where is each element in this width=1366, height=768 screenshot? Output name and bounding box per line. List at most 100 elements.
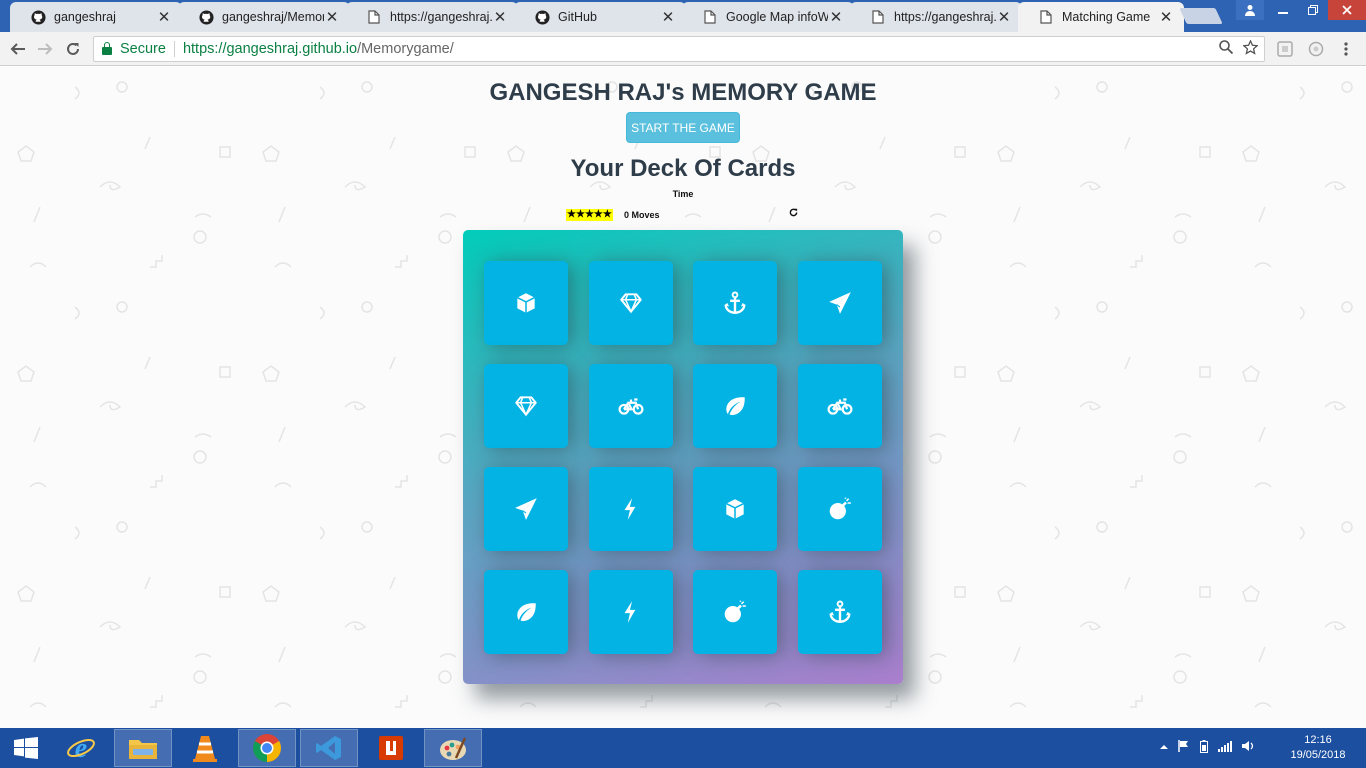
document-icon [366, 9, 382, 25]
star-rating: ★ ★ ★ ★ ★ [566, 209, 613, 221]
tab-github[interactable]: GitHub ✕ [514, 2, 686, 32]
close-tab-icon[interactable]: ✕ [996, 8, 1012, 26]
show-hidden-icons-icon[interactable] [1160, 740, 1168, 756]
document-icon [1038, 9, 1054, 25]
bookmark-star-icon[interactable] [1242, 39, 1259, 59]
star-icon: ★ [593, 209, 603, 220]
github-icon [534, 9, 550, 25]
card[interactable] [693, 364, 778, 448]
card[interactable] [693, 467, 778, 551]
system-clock[interactable]: 12:16 19/05/2018 [1283, 733, 1353, 763]
start-game-button[interactable]: START THE GAME [626, 112, 740, 143]
tab-matching-game[interactable]: Matching Game ✕ [1018, 2, 1184, 32]
card[interactable] [484, 467, 568, 551]
cube-icon [722, 496, 748, 522]
card[interactable] [798, 261, 883, 345]
paper-plane-icon [827, 290, 853, 316]
close-tab-icon[interactable]: ✕ [492, 8, 508, 26]
star-icon: ★ [602, 209, 612, 220]
user-profile-icon[interactable] [1236, 0, 1264, 20]
tab-title: https://gangeshraj.g [390, 10, 492, 24]
bomb-icon [722, 599, 748, 625]
card[interactable] [693, 261, 778, 345]
system-tray [1160, 740, 1256, 756]
new-tab-button[interactable] [1179, 8, 1223, 24]
cube-icon [513, 290, 539, 316]
close-tab-icon[interactable]: ✕ [156, 8, 172, 26]
github-icon [30, 9, 46, 25]
tab-google-map[interactable]: Google Map infoWin ✕ [682, 2, 854, 32]
card[interactable] [693, 570, 778, 654]
internet-explorer-icon[interactable]: e [52, 729, 110, 767]
close-tab-icon[interactable]: ✕ [324, 8, 340, 26]
bolt-icon [618, 496, 644, 522]
card[interactable] [588, 467, 673, 551]
close-tab-icon[interactable]: ✕ [1158, 8, 1174, 26]
diamond-icon [618, 290, 644, 316]
bomb-icon [827, 496, 853, 522]
tab-gangeshraj-github-io-2[interactable]: https://gangeshraj.g ✕ [850, 2, 1022, 32]
leaf-icon [722, 393, 748, 419]
clock-time: 12:16 [1304, 734, 1332, 746]
timer-label: Time [672, 189, 694, 199]
card[interactable] [588, 261, 673, 345]
tab-gangeshraj-github-io[interactable]: https://gangeshraj.g ✕ [346, 2, 518, 32]
card[interactable] [588, 570, 673, 654]
address-bar[interactable]: Secure https://gangeshraj.github.io /Mem… [93, 36, 1265, 62]
close-tab-icon[interactable]: ✕ [828, 8, 844, 26]
extension-icon[interactable] [1273, 37, 1297, 61]
page-content: GANGESH RAJ's MEMORY GAME START THE GAME… [0, 67, 1366, 728]
card[interactable] [588, 364, 673, 448]
bolt-icon [618, 599, 644, 625]
close-tab-icon[interactable]: ✕ [660, 8, 676, 26]
menu-icon[interactable] [1334, 37, 1358, 61]
battery-icon[interactable] [1200, 740, 1208, 756]
url-path: /Memorygame/ [357, 41, 454, 57]
forward-icon[interactable] [33, 37, 57, 61]
network-signal-icon[interactable] [1218, 740, 1232, 756]
svg-text:e: e [75, 733, 87, 763]
tab-title: gangeshraj/Memory [222, 10, 324, 24]
tab-title: https://gangeshraj.g [894, 10, 996, 24]
volume-icon[interactable] [1242, 740, 1256, 756]
chrome-icon[interactable] [238, 729, 296, 767]
reload-icon[interactable] [61, 37, 85, 61]
card[interactable] [798, 364, 883, 448]
lock-icon [102, 42, 112, 55]
document-icon [702, 9, 718, 25]
github-icon [198, 9, 214, 25]
secure-label: Secure [120, 41, 166, 57]
card-deck [463, 230, 903, 684]
file-explorer-icon[interactable] [114, 729, 172, 767]
anchor-icon [722, 290, 748, 316]
card[interactable] [484, 261, 568, 345]
card[interactable] [484, 570, 568, 654]
vlc-icon[interactable] [176, 729, 234, 767]
card[interactable] [484, 364, 568, 448]
minimize-icon[interactable] [1268, 0, 1298, 20]
tab-gangeshraj[interactable]: gangeshraj ✕ [10, 2, 182, 32]
star-icon: ★ [567, 209, 576, 220]
deck-heading: Your Deck Of Cards [570, 155, 796, 182]
card[interactable] [798, 467, 883, 551]
security-indicator[interactable]: Secure [94, 41, 166, 57]
windows-start-icon[interactable] [0, 728, 52, 768]
tab-memory-repo[interactable]: gangeshraj/Memory ✕ [178, 2, 350, 32]
diamond-icon [513, 393, 539, 419]
back-icon[interactable] [6, 37, 30, 61]
office-icon[interactable] [362, 729, 420, 767]
score-panel: ★ ★ ★ ★ ★ 0 Moves [566, 208, 802, 223]
action-center-flag-icon[interactable] [1178, 740, 1190, 756]
extension-icon-2[interactable] [1304, 37, 1328, 61]
anchor-icon [827, 599, 853, 625]
card[interactable] [798, 570, 883, 654]
restart-icon[interactable] [789, 208, 798, 220]
close-window-icon[interactable] [1328, 0, 1366, 20]
vscode-icon[interactable] [300, 729, 358, 767]
tab-title: GitHub [558, 10, 597, 24]
zoom-icon[interactable] [1219, 40, 1234, 59]
bicycle-icon [618, 393, 644, 419]
restore-icon[interactable] [1298, 0, 1328, 20]
leaf-icon [513, 599, 539, 625]
paint-icon[interactable] [424, 729, 482, 767]
